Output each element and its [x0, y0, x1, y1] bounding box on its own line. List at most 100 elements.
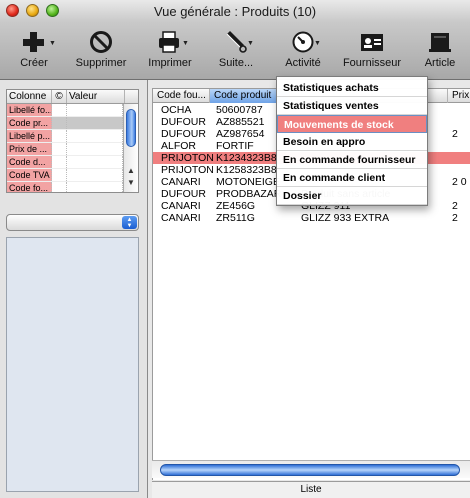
window-title: Vue générale : Produits (10)	[153, 4, 317, 19]
cell-fournisseur: CANARI	[161, 200, 201, 212]
activity-button[interactable]: ▼ Activité	[281, 30, 325, 74]
column-table-scrollbar[interactable]: ▲ ▼	[123, 104, 138, 192]
column-value[interactable]	[67, 143, 123, 155]
article-label: Article	[424, 57, 456, 69]
scroll-thumb[interactable]	[126, 109, 136, 147]
header-colonne[interactable]: Colonne	[7, 90, 52, 103]
column-value[interactable]	[67, 182, 123, 192]
title-bar: Vue générale : Produits (10)	[0, 0, 470, 22]
menu-item[interactable]: Statistiques ventes	[277, 97, 427, 115]
box-icon	[429, 33, 451, 52]
column-row[interactable]: Prix de ...	[7, 143, 138, 156]
column-flag[interactable]	[52, 117, 67, 129]
cell-code-produit: ZR511G	[216, 212, 255, 224]
column-row[interactable]: Code pr...	[7, 117, 138, 130]
delete-button[interactable]: Supprimer	[72, 30, 130, 74]
column-table-header: Colonne © Valeur	[7, 90, 138, 104]
column-value[interactable]	[67, 117, 123, 129]
more-label: Suite...	[218, 57, 254, 69]
column-name: Libellé fo...	[7, 104, 52, 116]
column-flag[interactable]	[52, 169, 67, 181]
column-value[interactable]	[67, 156, 123, 168]
column-row[interactable]: Libellé p...	[7, 130, 138, 143]
activity-label: Activité	[285, 57, 321, 69]
column-table-rows: Libellé fo... Code pr... Libellé p... Prix …	[7, 104, 138, 192]
cell-fournisseur: ALFOR	[161, 140, 197, 152]
column-name: Libellé p...	[7, 130, 52, 142]
cell-fournisseur: PRIJOTON	[161, 164, 214, 176]
table-row[interactable]: CANARI ZR511G GLIZZ 933 EXTRA 2	[153, 212, 470, 224]
column-value[interactable]	[67, 104, 123, 116]
column-table[interactable]: Colonne © Valeur Libellé fo... Code pr...…	[6, 89, 139, 193]
id-card-icon	[361, 34, 383, 51]
scroll-down-arrow-icon[interactable]: ▼	[127, 178, 135, 187]
column-name: Code d...	[7, 156, 52, 168]
cell-prix: 2	[452, 128, 458, 140]
menu-item[interactable]: Dossier	[277, 187, 427, 205]
print-button[interactable]: ▼ Imprimer	[145, 30, 195, 74]
print-label: Imprimer	[148, 57, 192, 69]
cell-libelle: GLIZZ 933 EXTRA	[301, 212, 390, 224]
supplier-label: Fournisseur	[342, 57, 402, 69]
column-row[interactable]: Libellé fo...	[7, 104, 138, 117]
column-flag[interactable]	[52, 104, 67, 116]
menu-item[interactable]: Besoin en appro	[277, 133, 427, 151]
delete-label: Supprimer	[75, 57, 127, 69]
column-flag[interactable]	[52, 156, 67, 168]
tab-liste[interactable]: Liste	[152, 481, 470, 498]
cell-prix: 2 0	[452, 176, 467, 188]
column-name: Code TVA	[7, 169, 52, 181]
column-value[interactable]	[67, 130, 123, 142]
filter-list[interactable]	[6, 237, 139, 492]
menu-item[interactable]: En commande client	[277, 169, 427, 187]
cell-fournisseur: DUFOUR	[161, 116, 206, 128]
left-panel: Colonne © Valeur Libellé fo... Code pr...…	[0, 80, 148, 498]
create-button[interactable]: ▼ Créer	[12, 30, 56, 74]
cell-fournisseur: PRIJOTON	[161, 152, 214, 164]
printer-icon	[159, 31, 179, 53]
create-label: Créer	[20, 57, 48, 69]
filter-popup[interactable]: ▲ ▼	[6, 214, 139, 231]
column-flag[interactable]	[52, 182, 67, 192]
chevron-down-icon: ▼	[182, 40, 189, 47]
header-valeur[interactable]: Valeur	[67, 90, 125, 103]
activity-menu: Statistiques achats Statistiques ventes Mo…	[276, 76, 428, 206]
header-prix[interactable]: Prix de	[448, 89, 470, 103]
column-name: Code fo...	[7, 182, 52, 192]
cell-fournisseur: OCHA	[161, 104, 192, 116]
column-row[interactable]: Code TVA	[7, 169, 138, 182]
article-button[interactable]: Article	[418, 30, 462, 74]
chevron-down-icon: ▼	[49, 40, 56, 47]
toolbar: ▼ Créer Supprimer ▼ Imprimer ▼ Suite...	[0, 22, 470, 80]
cell-fournisseur: CANARI	[161, 176, 201, 188]
column-flag[interactable]	[52, 130, 67, 142]
prohibited-icon	[90, 31, 112, 53]
more-button[interactable]: ▼ Suite...	[214, 30, 258, 74]
tools-icon	[226, 31, 247, 53]
supplier-button[interactable]: Fournisseur	[342, 30, 402, 74]
cell-fournisseur: CANARI	[161, 212, 201, 224]
menu-item[interactable]: Mouvements de stock	[277, 115, 427, 133]
column-row[interactable]: Code d...	[7, 156, 138, 169]
gauge-icon	[292, 31, 314, 53]
chevron-down-icon: ▼	[247, 40, 254, 47]
popup-arrows-icon: ▲ ▼	[122, 216, 137, 229]
menu-item[interactable]: En commande fournisseur	[277, 151, 427, 169]
horizontal-scroll-thumb[interactable]	[160, 464, 460, 476]
cell-prix: 2	[452, 200, 458, 212]
header-copyright[interactable]: ©	[52, 90, 67, 103]
cell-fournisseur: DUFOUR	[161, 188, 206, 200]
cell-prix: 2	[452, 212, 458, 224]
menu-item[interactable]: Statistiques achats	[277, 79, 427, 97]
cell-fournisseur: DUFOUR	[161, 128, 206, 140]
column-name: Prix de ...	[7, 143, 52, 155]
column-name: Code pr...	[7, 117, 52, 129]
column-row[interactable]: Code fo...	[7, 182, 138, 192]
column-flag[interactable]	[52, 143, 67, 155]
plus-icon	[23, 32, 44, 52]
column-value[interactable]	[67, 169, 123, 181]
header-code-fournisseur[interactable]: Code fou...	[153, 89, 210, 103]
chevron-down-icon: ▼	[314, 40, 321, 47]
horizontal-scrollbar[interactable]	[152, 460, 470, 478]
scroll-up-arrow-icon[interactable]: ▲	[127, 166, 135, 175]
